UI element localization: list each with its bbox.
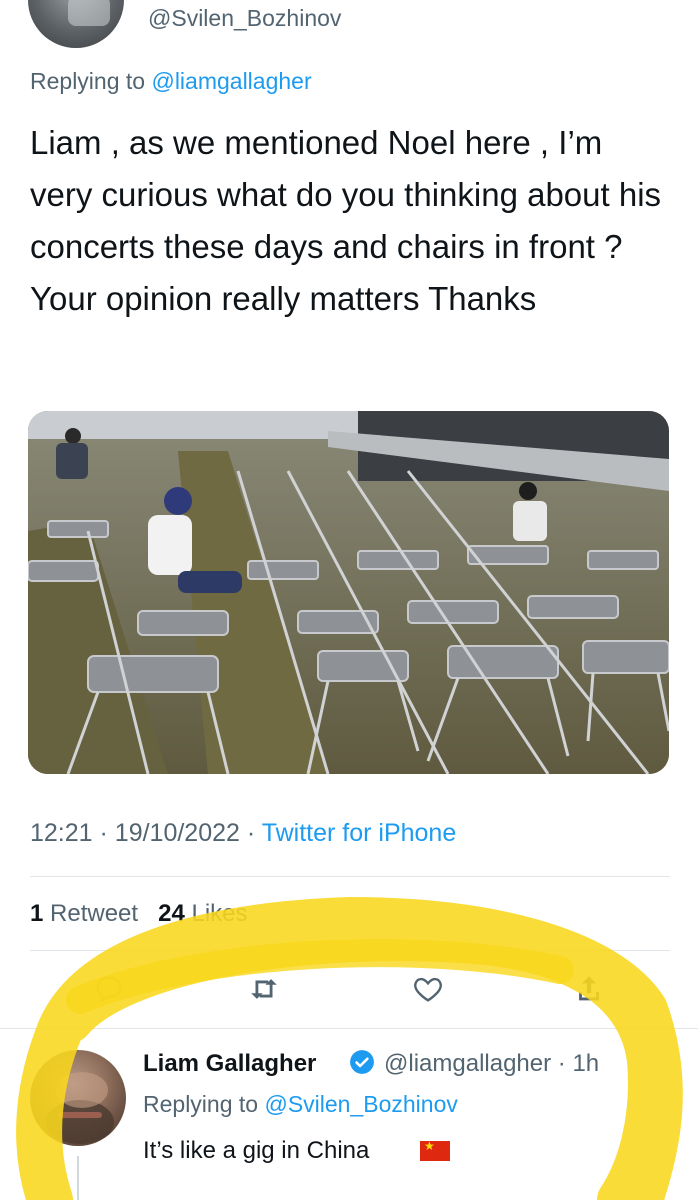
divider bbox=[0, 1028, 698, 1029]
replying-to: Replying to @liamgallagher bbox=[30, 68, 312, 95]
verified-badge-icon bbox=[349, 1049, 375, 1075]
share-icon[interactable] bbox=[572, 972, 606, 1006]
like-icon[interactable] bbox=[411, 972, 445, 1006]
tweet-date: 19/10/2022 bbox=[114, 819, 240, 847]
tweet-time: 12:21 bbox=[30, 819, 93, 847]
reply-replying-to: Replying to @Svilen_Bozhinov bbox=[143, 1091, 458, 1118]
likes-stat[interactable]: 24 Likes bbox=[158, 900, 247, 927]
tweet-meta: 12:21 · 19/10/2022 · Twitter for iPhone bbox=[30, 819, 456, 848]
retweets-label: Retweet bbox=[50, 900, 139, 927]
meta-separator: · bbox=[99, 819, 108, 847]
divider bbox=[30, 876, 670, 877]
reply-author-avatar[interactable] bbox=[30, 1050, 126, 1146]
retweets-count: 1 bbox=[30, 900, 44, 927]
thread-line bbox=[77, 1156, 79, 1200]
divider bbox=[30, 950, 670, 951]
reply-handle-text[interactable]: @liamgallagher bbox=[384, 1050, 551, 1077]
likes-count: 24 bbox=[158, 900, 185, 927]
retweet-icon[interactable] bbox=[247, 972, 281, 1006]
tweet-source[interactable]: Twitter for iPhone bbox=[262, 819, 457, 847]
retweets-stat[interactable]: 1 Retweet bbox=[30, 900, 138, 927]
replying-to-link[interactable]: @liamgallagher bbox=[151, 68, 311, 94]
likes-label: Likes bbox=[191, 900, 248, 927]
tweet-stats: 1 Retweet 24 Likes bbox=[30, 900, 248, 928]
replying-prefix: Replying to bbox=[30, 68, 152, 94]
reply-text: It’s like a gig in China bbox=[143, 1137, 370, 1164]
reply-time: · 1h bbox=[557, 1050, 600, 1077]
meta-separator: · bbox=[246, 819, 256, 847]
reply-author-handle: @liamgallagher · 1h bbox=[384, 1050, 599, 1078]
replying-prefix: Replying to bbox=[143, 1091, 265, 1117]
replying-to-link[interactable]: @Svilen_Bozhinov bbox=[264, 1091, 457, 1117]
reply-author-name[interactable]: Liam Gallagher bbox=[143, 1050, 316, 1078]
tweet-photo[interactable] bbox=[28, 411, 669, 774]
china-flag-icon bbox=[420, 1139, 450, 1161]
reply-icon[interactable] bbox=[92, 972, 126, 1006]
author-handle[interactable]: @Svilen_Bozhinov bbox=[148, 5, 341, 32]
tweet-text: Liam , as we mentioned Noel here , I’m v… bbox=[30, 124, 662, 317]
author-avatar[interactable] bbox=[28, 0, 124, 48]
